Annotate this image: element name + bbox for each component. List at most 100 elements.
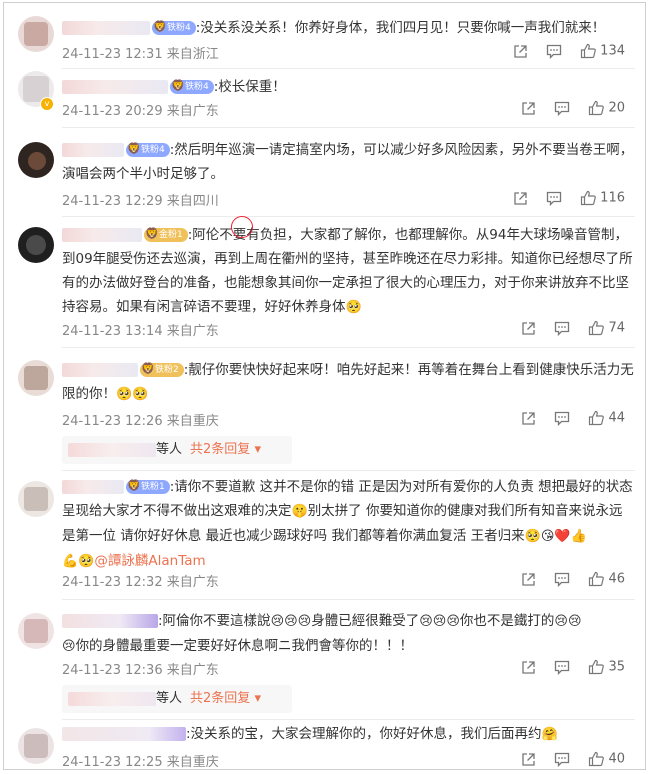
emoji: 😢😢😢 (270, 614, 312, 629)
like-count: 40 (608, 751, 625, 767)
cursor-highlight (231, 216, 253, 238)
comment-button[interactable] (554, 101, 570, 116)
expand-replies-link[interactable]: 共2条回复 ▾ (190, 691, 261, 706)
like-button[interactable]: 44 (588, 410, 625, 426)
comment-text: 铁粉2:靓仔你要快快好起来呀！咱先好起来！再等着在舞台上看到健康快乐活力无限的你… (62, 358, 635, 407)
fan-badge: 金粉1 (144, 227, 188, 242)
comment-text: 铁粉4:没关系没关系！你养好身体，我们四月见！只要你喊一声我们就来！ (62, 16, 635, 40)
comment-text: 金粉1:阿伦不要有负担，大家都了解你，也都理解你。从94年大球场噪音管制，到09… (62, 223, 635, 320)
comment-icon (555, 660, 570, 675)
comment-icon (555, 411, 570, 426)
share-icon (522, 660, 535, 674)
divider (62, 216, 635, 217)
username[interactable] (62, 80, 168, 94)
comment-time: 24-11-23 12:26 来自重庆 (62, 414, 219, 429)
reply-usernames (68, 442, 156, 457)
thumbs-up-icon (580, 43, 596, 59)
username[interactable] (62, 727, 186, 741)
like-count: 74 (608, 320, 625, 336)
avatar[interactable] (18, 728, 54, 764)
username[interactable] (62, 21, 150, 35)
comment-button[interactable] (554, 411, 570, 426)
emoji: 💪🥺 (62, 554, 95, 569)
mention-link[interactable]: @譚詠麟AlanTam (94, 553, 205, 569)
comment-time: 24-11-23 12:25 来自重庆 (62, 755, 219, 770)
avatar[interactable] (18, 481, 54, 517)
emoji: 🤫 (291, 504, 308, 519)
chevron-down-icon: ▾ (254, 691, 261, 706)
fan-badge: 铁粉4 (170, 79, 214, 94)
comment-body-cont: 身體已經很難受了 (311, 613, 420, 629)
share-icon (522, 321, 535, 335)
thumbs-up-icon (580, 190, 596, 206)
comment-meta: 24-11-23 12:29 来自四川 116 (62, 190, 635, 210)
comment-button[interactable] (546, 191, 562, 206)
reply-summary[interactable]: 等人 共2条回复 ▾ (62, 685, 292, 713)
like-button[interactable]: 116 (580, 190, 625, 206)
share-button[interactable] (513, 191, 528, 206)
like-button[interactable]: 20 (588, 100, 625, 116)
avatar[interactable] (18, 227, 54, 263)
reply-usernames (68, 691, 156, 706)
comment-text: 铁粉4:然后明年巡演一请定搞室内场，可以减少好多风险因素，另外不要当卷王啊，演唱… (62, 138, 635, 186)
comment-meta: 24-11-23 12:25 来自重庆 40 (62, 751, 635, 770)
comment-list: 铁粉4:没关系没关系！你养好身体，我们四月见！只要你喊一声我们就来！ 24-11… (3, 2, 646, 770)
comment-meta: 24-11-23 12:32 来自广东 46 (62, 571, 635, 591)
share-icon (514, 44, 527, 58)
like-button[interactable]: 46 (588, 571, 625, 587)
like-button[interactable]: 74 (588, 320, 625, 336)
share-icon (522, 101, 535, 115)
like-button[interactable]: 134 (580, 43, 625, 59)
share-button[interactable] (521, 411, 536, 426)
like-count: 116 (600, 190, 625, 206)
comment-text: 铁粉4:校长保重！ (62, 75, 635, 99)
divider (62, 127, 635, 128)
username[interactable] (62, 614, 158, 628)
comment-button[interactable] (554, 572, 570, 587)
share-button[interactable] (521, 752, 536, 767)
fan-badge: 铁粉4 (126, 142, 170, 157)
expand-replies-link[interactable]: 共2条回复 ▾ (190, 442, 261, 457)
divider (62, 470, 635, 471)
comment-time: 24-11-23 12:32 来自广东 (62, 575, 219, 590)
avatar[interactable] (18, 613, 54, 649)
like-button[interactable]: 40 (588, 751, 625, 767)
username[interactable] (62, 363, 138, 377)
avatar[interactable] (18, 142, 54, 178)
divider (62, 347, 635, 348)
like-count: 46 (608, 571, 625, 587)
share-button[interactable] (521, 321, 536, 336)
divider (62, 719, 635, 720)
avatar[interactable] (18, 360, 54, 396)
avatar[interactable] (18, 16, 54, 52)
like-count: 35 (608, 659, 625, 675)
comment-body: :没关系的宝，大家会理解你的，你好好休息，我们后面再约 (186, 726, 542, 742)
thumbs-up-icon (589, 751, 605, 767)
username[interactable] (62, 480, 124, 494)
username[interactable] (62, 228, 142, 242)
username[interactable] (62, 143, 124, 157)
reply-summary[interactable]: 等人 共2条回复 ▾ (62, 436, 292, 464)
comment-icon (555, 752, 570, 767)
like-button[interactable]: 35 (588, 659, 625, 675)
share-button[interactable] (521, 660, 536, 675)
comment-button[interactable] (554, 660, 570, 675)
comment-button[interactable] (546, 44, 562, 59)
comment-icon (555, 101, 570, 116)
share-icon (522, 411, 535, 425)
reply-people: 等人 (156, 442, 183, 457)
fan-badge: 铁粉4 (152, 20, 196, 35)
comment-time: 24-11-23 12:29 来自四川 (62, 194, 219, 209)
comment-icon (555, 321, 570, 336)
share-button[interactable] (521, 101, 536, 116)
share-button[interactable] (513, 44, 528, 59)
comment-button[interactable] (554, 321, 570, 336)
comment-text: :没关系的宝，大家会理解你的，你好好休息，我们后面再约🤗 (62, 722, 635, 747)
like-count: 20 (608, 100, 625, 116)
share-button[interactable] (521, 572, 536, 587)
comment-text: 铁粉1:请你不要道歉 这并不是你的错 正是因为对所有爱你的人负责 想把最好的状态… (62, 475, 635, 574)
like-count: 134 (600, 43, 625, 59)
share-icon (514, 191, 527, 205)
comment-button[interactable] (554, 752, 570, 767)
comment-time: 24-11-23 20:29 来自广东 (62, 104, 219, 119)
